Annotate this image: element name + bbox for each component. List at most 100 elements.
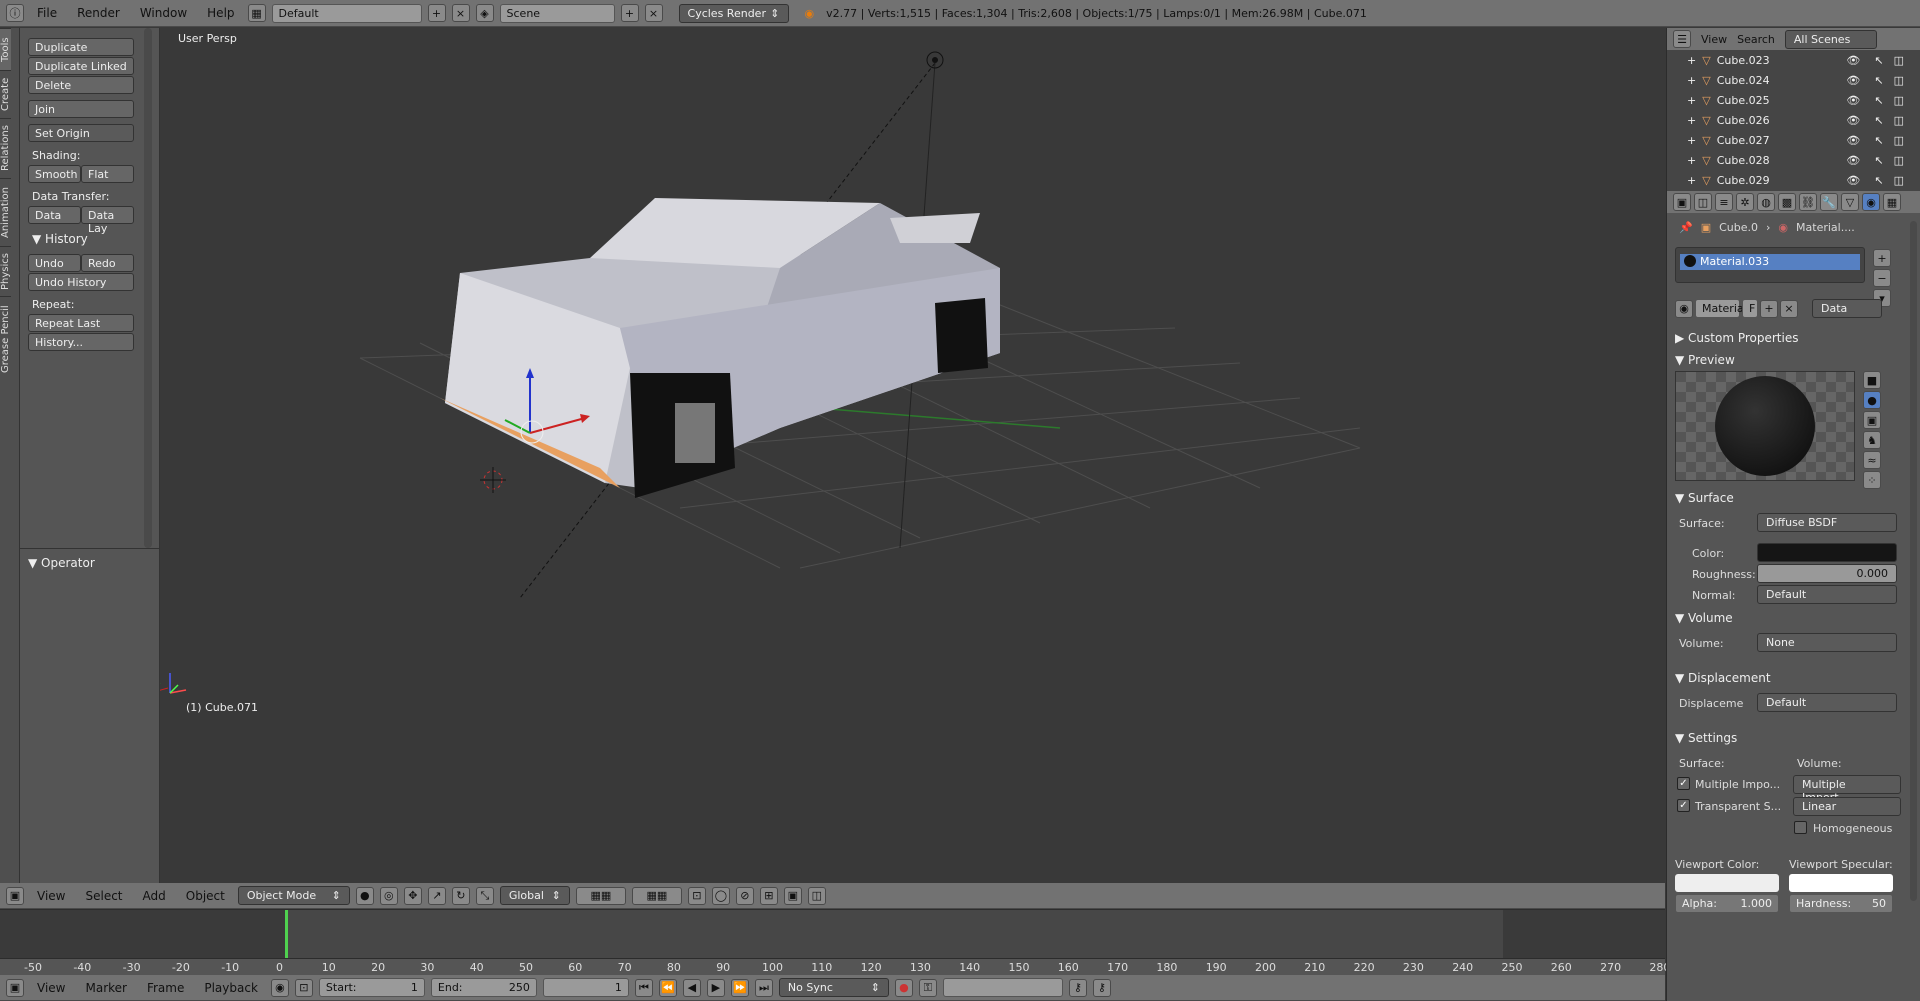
keying-icon[interactable]: ◉ (270, 978, 289, 997)
pivot-point-icon[interactable]: ◎ (379, 886, 398, 905)
end-frame-field[interactable]: End: 250 (430, 978, 537, 997)
editor-type-icon[interactable]: ▣ (1673, 193, 1691, 211)
editor-type-icon[interactable]: ▣ (6, 886, 24, 905)
color-swatch[interactable] (1757, 543, 1897, 562)
render-camera-icon[interactable]: ◫ (1894, 114, 1904, 127)
insert-key-icon[interactable]: ⚷ (1068, 978, 1087, 997)
scene-tab-icon[interactable]: ✲ (1736, 193, 1754, 211)
undo-history-button[interactable]: Undo History (28, 273, 134, 291)
displacement-header[interactable]: ▼ Displacement (1675, 671, 1771, 685)
mode-select[interactable]: Object Mode ⇕ (237, 886, 350, 905)
screen-layout-field[interactable]: Default (271, 3, 422, 23)
redo-button[interactable]: Redo (81, 254, 134, 272)
expand-plus-icon[interactable]: + (1687, 114, 1696, 127)
material-slot-row[interactable]: Material.033 (1680, 254, 1860, 270)
transparent-shadows-checkbox[interactable]: ✓ (1677, 799, 1690, 812)
remove-slot-icon[interactable]: − (1873, 269, 1891, 287)
surface-shader-select[interactable]: Diffuse BSDF (1757, 513, 1897, 532)
material-tab-icon[interactable]: ◉ (1862, 193, 1880, 211)
menu-object[interactable]: Object (179, 889, 232, 903)
pin-icon[interactable]: 📌 (1679, 221, 1693, 234)
preview-hair-icon[interactable]: ≈ (1863, 451, 1881, 469)
modifiers-tab-icon[interactable]: 🔧 (1820, 193, 1838, 211)
blender-info-icon[interactable]: ⓘ (6, 4, 24, 22)
editor-type-icon[interactable]: ▣ (6, 978, 24, 997)
homogeneous-checkbox[interactable] (1794, 821, 1807, 834)
texture-tab-icon[interactable]: ▦ (1883, 193, 1901, 211)
viewport-shading-icon[interactable]: ● (355, 886, 374, 905)
visibility-eye-icon[interactable]: 👁 (1846, 154, 1860, 167)
menu-marker[interactable]: Marker (78, 981, 133, 995)
data-tab-icon[interactable]: ▽ (1841, 193, 1859, 211)
tab-relations[interactable]: Relations (0, 118, 11, 178)
visibility-eye-icon[interactable]: 👁 (1846, 94, 1860, 107)
keying-set-icon[interactable]: ⚿ (918, 978, 937, 997)
jump-end-icon[interactable]: ⏭ (754, 978, 773, 997)
duplicate-button[interactable]: Duplicate (28, 38, 134, 56)
tab-create[interactable]: Create (0, 70, 11, 118)
delete-button[interactable]: Delete (28, 76, 134, 94)
outliner-item[interactable]: + ▽ Cube.024 👁 ↖ ◫ (1667, 70, 1920, 90)
menu-select[interactable]: Select (78, 889, 129, 903)
visibility-eye-icon[interactable]: 👁 (1846, 114, 1860, 127)
3d-viewport[interactable]: User Persp (1) Cube.071 (160, 28, 1665, 883)
render-icon[interactable]: ▣ (783, 886, 802, 905)
alpha-field[interactable]: Alpha: 1.000 (1675, 894, 1779, 913)
preview-plane-icon[interactable]: ■ (1863, 371, 1881, 389)
material-slots-list[interactable]: Material.033 (1675, 247, 1865, 283)
add-scene-icon[interactable]: + (620, 4, 639, 22)
expand-plus-icon[interactable]: + (1687, 74, 1696, 87)
outliner-item[interactable]: + ▽ Cube.023 👁 ↖ ◫ (1667, 50, 1920, 70)
visibility-eye-icon[interactable]: 👁 (1846, 134, 1860, 147)
visibility-eye-icon[interactable]: 👁 (1846, 54, 1860, 67)
volume-sampling-select[interactable]: Multiple Import... (1793, 775, 1901, 804)
properties-scrollbar[interactable] (1910, 221, 1917, 901)
sync-select[interactable]: No Sync ⇕ (778, 978, 889, 997)
translate-icon[interactable]: ↗ (427, 886, 446, 905)
proportional-edit-icon[interactable]: ◯ (711, 886, 730, 905)
scene-icon[interactable]: ◈ (475, 4, 494, 22)
render-camera-icon[interactable]: ◫ (1894, 174, 1904, 187)
render-engine-select[interactable]: Cycles Render ⇕ (678, 3, 789, 23)
delete-key-icon[interactable]: ⚷ (1092, 978, 1111, 997)
expand-plus-icon[interactable]: + (1687, 154, 1696, 167)
lock-icon[interactable]: ⊡ (687, 886, 706, 905)
timeline[interactable]: -50 -40 -30 -20 -10 0 10 20 30 40 50 60 70 80 90 100 110… (0, 909, 1670, 976)
shelf-scrollbar[interactable] (144, 28, 152, 548)
menu-file[interactable]: File (30, 6, 64, 20)
editor-type-icon[interactable]: ☰ (1673, 30, 1691, 48)
rotate-icon[interactable]: ↻ (451, 886, 470, 905)
tab-physics[interactable]: Physics (0, 246, 11, 296)
outliner-item[interactable]: + ▽ Cube.026 👁 ↖ ◫ (1667, 110, 1920, 130)
visibility-eye-icon[interactable]: 👁 (1846, 74, 1860, 87)
preview-cube-icon[interactable]: ▣ (1863, 411, 1881, 429)
visibility-eye-icon[interactable]: 👁 (1846, 174, 1860, 187)
select-arrow-icon[interactable]: ↖ (1874, 154, 1883, 167)
select-arrow-icon[interactable]: ↖ (1874, 54, 1883, 67)
lock-icon[interactable]: ⊡ (294, 978, 313, 997)
manipulator-toggle-icon[interactable]: ✥ (403, 886, 422, 905)
settings-header[interactable]: ▼ Settings (1675, 731, 1737, 745)
surface-header[interactable]: ▼ Surface (1675, 491, 1734, 505)
outliner-item[interactable]: + ▽ Cube.029 👁 ↖ ◫ (1667, 170, 1920, 190)
data-button[interactable]: Data (28, 206, 81, 224)
unlink-material-icon[interactable]: × (1780, 299, 1798, 318)
roughness-slider[interactable]: 0.000 (1757, 564, 1897, 583)
viewport-color-swatch[interactable] (1675, 874, 1779, 892)
snap-element-icon[interactable]: ⊞ (759, 886, 778, 905)
volume-shader-select[interactable]: None (1757, 633, 1897, 652)
data-layout-button[interactable]: Data Lay (81, 206, 134, 235)
play-reverse-icon[interactable]: ◀ (682, 978, 701, 997)
link-select[interactable]: Data (1812, 299, 1882, 318)
material-browse-icon[interactable]: ◉ (1675, 299, 1693, 318)
fake-user-button[interactable]: F (1742, 299, 1758, 318)
render-tab-icon[interactable]: ◫ (1694, 193, 1712, 211)
jump-start-icon[interactable]: ⏮ (634, 978, 653, 997)
outliner-item[interactable]: + ▽ Cube.028 👁 ↖ ◫ (1667, 150, 1920, 170)
menu-render[interactable]: Render (70, 6, 127, 20)
operator-panel-header[interactable]: ▼ Operator (28, 556, 95, 570)
menu-view[interactable]: View (30, 981, 72, 995)
next-key-icon[interactable]: ⏩ (730, 978, 749, 997)
undo-button[interactable]: Undo (28, 254, 81, 272)
add-slot-icon[interactable]: + (1873, 249, 1891, 267)
